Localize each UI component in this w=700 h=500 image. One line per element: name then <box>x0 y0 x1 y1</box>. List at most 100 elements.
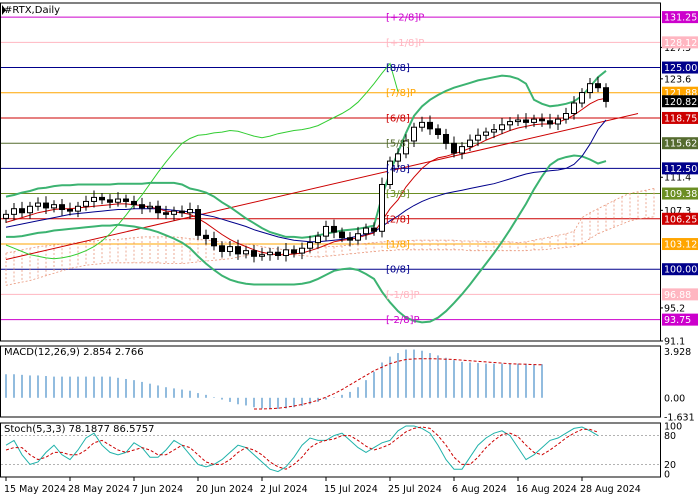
candle-body <box>83 200 89 207</box>
candle-body <box>331 225 337 233</box>
candle-body <box>259 254 265 257</box>
candle-body <box>443 133 449 144</box>
candle-body <box>475 134 481 141</box>
candle-body <box>451 142 457 154</box>
candle-body <box>483 131 489 136</box>
candle-body <box>67 209 73 212</box>
time-axis: 15 May 2024 28 May 2024 7 Jun 2024 20 Jun 2… <box>4 477 641 495</box>
candle-body <box>243 250 249 255</box>
candle-body <box>499 124 505 131</box>
price-tick-label: 123.6 <box>664 74 691 85</box>
murray-level-label: [+2/8]P <box>386 13 424 24</box>
candle-body <box>147 205 153 209</box>
stoch-tick-label: 0 <box>664 470 670 481</box>
candle-body <box>315 235 321 244</box>
level-price-tag-text: 125.00 <box>664 63 697 74</box>
level-price-tag-text: 109.38 <box>664 189 697 200</box>
candle-body <box>299 247 305 254</box>
candle-body <box>131 200 137 206</box>
price-tick-label: 95.2 <box>664 303 685 314</box>
candle-body <box>595 83 601 89</box>
candle-body <box>323 225 329 237</box>
candle-body <box>531 118 537 123</box>
price-pane-frame <box>0 2 661 342</box>
time-tick-label: 2 Jul 2024 <box>260 484 308 495</box>
candle-body <box>3 213 9 219</box>
cloud-bottom-line <box>5 216 655 286</box>
macd-tick-label: 3.928 <box>664 347 691 358</box>
candle-body <box>371 227 377 232</box>
murray-level-label: [6/8] <box>386 113 410 124</box>
level-price-tag-text: 131.25 <box>664 13 697 24</box>
candle-body <box>99 196 105 201</box>
murray-level-label: [3/8] <box>386 189 410 200</box>
murray-level-label: [5/8] <box>386 139 410 150</box>
time-tick-label: 28 May 2024 <box>68 484 130 495</box>
murray-level-label: [-1/8]P <box>386 290 420 301</box>
candle-body <box>515 119 521 123</box>
candle-body <box>379 184 385 232</box>
candle-body <box>579 92 585 104</box>
candle-body <box>603 87 609 102</box>
candle-body <box>555 118 561 125</box>
candle-body <box>587 83 593 94</box>
candle-body <box>363 227 369 235</box>
candle-body <box>171 210 177 215</box>
time-tick-label: 15 Jul 2024 <box>324 484 378 495</box>
bollinger-upper <box>5 70 607 239</box>
candle-body <box>227 246 233 252</box>
level-price-tag-text: 118.75 <box>664 113 697 124</box>
candle-body <box>219 245 225 252</box>
candle-body <box>11 208 17 215</box>
murray-level-label: [2/8] <box>386 214 410 225</box>
time-tick-label: 6 Aug 2024 <box>452 484 507 495</box>
candle-body <box>347 237 353 241</box>
murray-level-label: [4/8] <box>386 164 410 175</box>
level-price-tag-text: 106.25 <box>664 214 697 225</box>
time-tick-label: 15 May 2024 <box>4 484 66 495</box>
candle-body <box>283 249 289 256</box>
level-price-tag-text: 112.50 <box>664 164 697 175</box>
candle-body <box>195 209 201 236</box>
moving-average-slow <box>5 119 607 243</box>
trading-chart[interactable]: [+2/8]P [+1/8]P [8/8] [7/8]P [6/8] [5/8] [4/8]… <box>0 0 700 500</box>
trend-line <box>5 113 639 261</box>
candle-body <box>539 118 545 122</box>
candle-body <box>43 202 49 209</box>
price-pane[interactable]: [+2/8]P [+1/8]P [8/8] [7/8]P [6/8] [5/8] [4/8]… <box>0 2 699 348</box>
candle-body <box>59 204 65 211</box>
candle-body <box>291 249 297 254</box>
level-price-tag-text: 128.12 <box>664 38 697 49</box>
candle-body <box>435 128 441 135</box>
candle-body <box>547 120 553 125</box>
level-price-tag-text: 115.62 <box>664 139 697 150</box>
candle-body <box>467 139 473 148</box>
candle-body <box>355 233 361 241</box>
candle-body <box>51 204 57 209</box>
macd-label: MACD(12,26,9) 2.854 2.766 <box>4 347 144 358</box>
candle-body <box>155 205 161 214</box>
murray-level-label: [7/8]P <box>386 88 416 99</box>
murray-level-label: [-2/8]P <box>386 315 420 326</box>
candle-body <box>267 251 273 256</box>
candle-body <box>179 210 185 214</box>
candle-body <box>507 121 513 126</box>
level-price-tag-text: 120.82 <box>664 97 697 108</box>
murray-level-label: [+1/8]P <box>386 38 424 49</box>
candle-body <box>571 102 577 115</box>
candle-body <box>427 121 433 130</box>
candle-body <box>275 251 281 256</box>
time-tick-label: 28 Aug 2024 <box>580 484 641 495</box>
candle-body <box>211 238 217 247</box>
level-price-tag-text: 93.75 <box>664 315 691 326</box>
price-tick-label: 91.1 <box>664 337 685 348</box>
candle-body <box>395 153 401 162</box>
candle-body <box>115 198 121 203</box>
candle-body <box>307 242 313 249</box>
time-tick-label: 25 Jul 2024 <box>388 484 442 495</box>
time-tick-label: 7 Jun 2024 <box>132 484 183 495</box>
candle-body <box>491 129 497 133</box>
candle-body <box>123 198 129 202</box>
candle-body <box>107 199 113 203</box>
candle-body <box>187 209 193 214</box>
